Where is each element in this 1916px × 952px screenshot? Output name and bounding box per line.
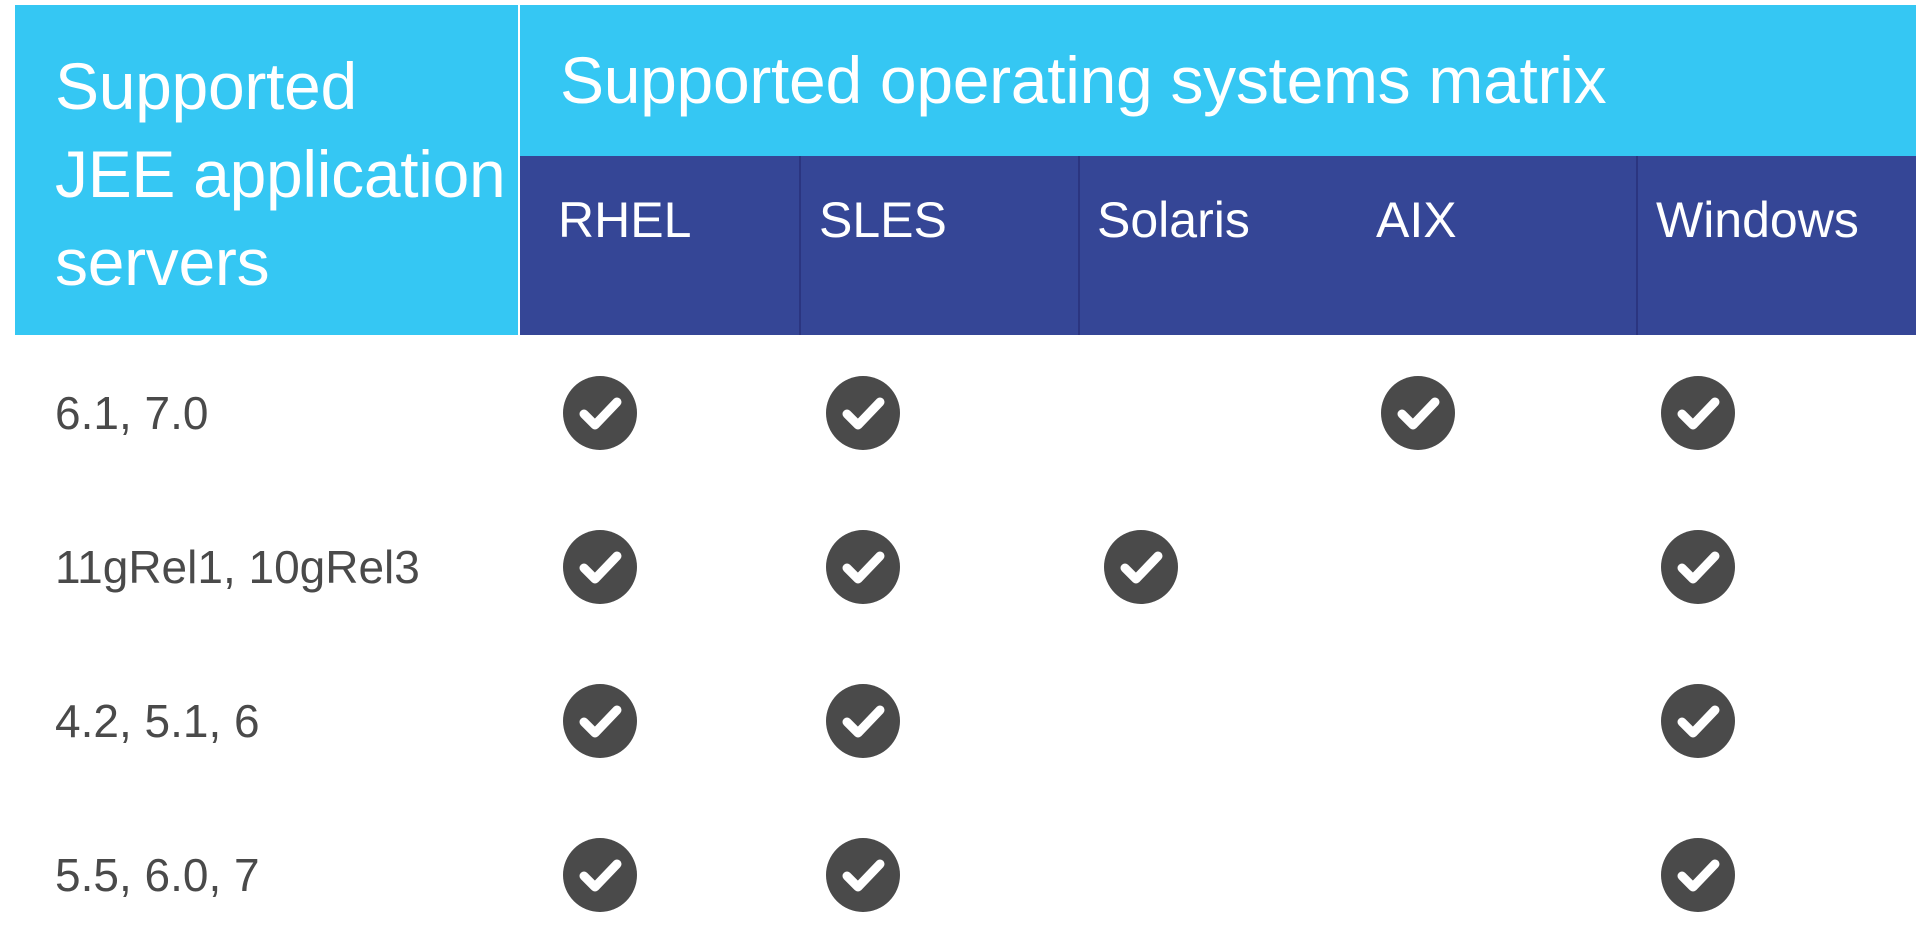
check-circle-icon <box>826 838 900 912</box>
os-header-sles: SLES <box>819 192 947 248</box>
app-servers-header-line: servers <box>55 225 270 299</box>
matrix-row: 5.5, 6.0, 7 <box>0 798 1916 952</box>
app-server-versions: 5.5, 6.0, 7 <box>55 849 260 901</box>
check-circle-icon <box>1661 684 1735 758</box>
check-circle-icon <box>1661 376 1735 450</box>
app-server-versions: 11gRel1, 10gRel3 <box>55 541 420 593</box>
os-header-aix: AIX <box>1376 192 1457 248</box>
app-servers-header-line: Supported <box>55 49 357 123</box>
app-server-versions: 6.1, 7.0 <box>55 387 209 439</box>
check-circle-icon <box>1661 530 1735 604</box>
os-header-row: RHEL SLES Solaris AIX Windows <box>520 156 1916 335</box>
app-servers-header-line: JEE application <box>55 137 506 211</box>
matrix-row: 4.2, 5.1, 6 <box>0 644 1916 798</box>
check-circle-icon <box>563 684 637 758</box>
check-circle-icon <box>1661 838 1735 912</box>
check-circle-icon <box>826 530 900 604</box>
app-servers-header: Supported JEE application servers <box>15 5 518 335</box>
os-header-solaris: Solaris <box>1097 192 1250 248</box>
check-circle-icon <box>563 838 637 912</box>
check-circle-icon <box>563 530 637 604</box>
check-circle-icon <box>826 684 900 758</box>
matrix-title: Supported operating systems matrix <box>520 5 1916 156</box>
os-header-rhel: RHEL <box>558 192 692 248</box>
check-circle-icon <box>563 376 637 450</box>
check-circle-icon <box>826 376 900 450</box>
os-header-windows: Windows <box>1656 192 1859 248</box>
check-circle-icon <box>1381 376 1455 450</box>
support-matrix: Supported JEE application servers Suppor… <box>0 0 1916 912</box>
check-circle-icon <box>1104 530 1178 604</box>
matrix-row: 6.1, 7.0 <box>0 336 1916 490</box>
matrix-row: 11gRel1, 10gRel3 <box>0 490 1916 644</box>
app-server-versions: 4.2, 5.1, 6 <box>55 695 260 747</box>
